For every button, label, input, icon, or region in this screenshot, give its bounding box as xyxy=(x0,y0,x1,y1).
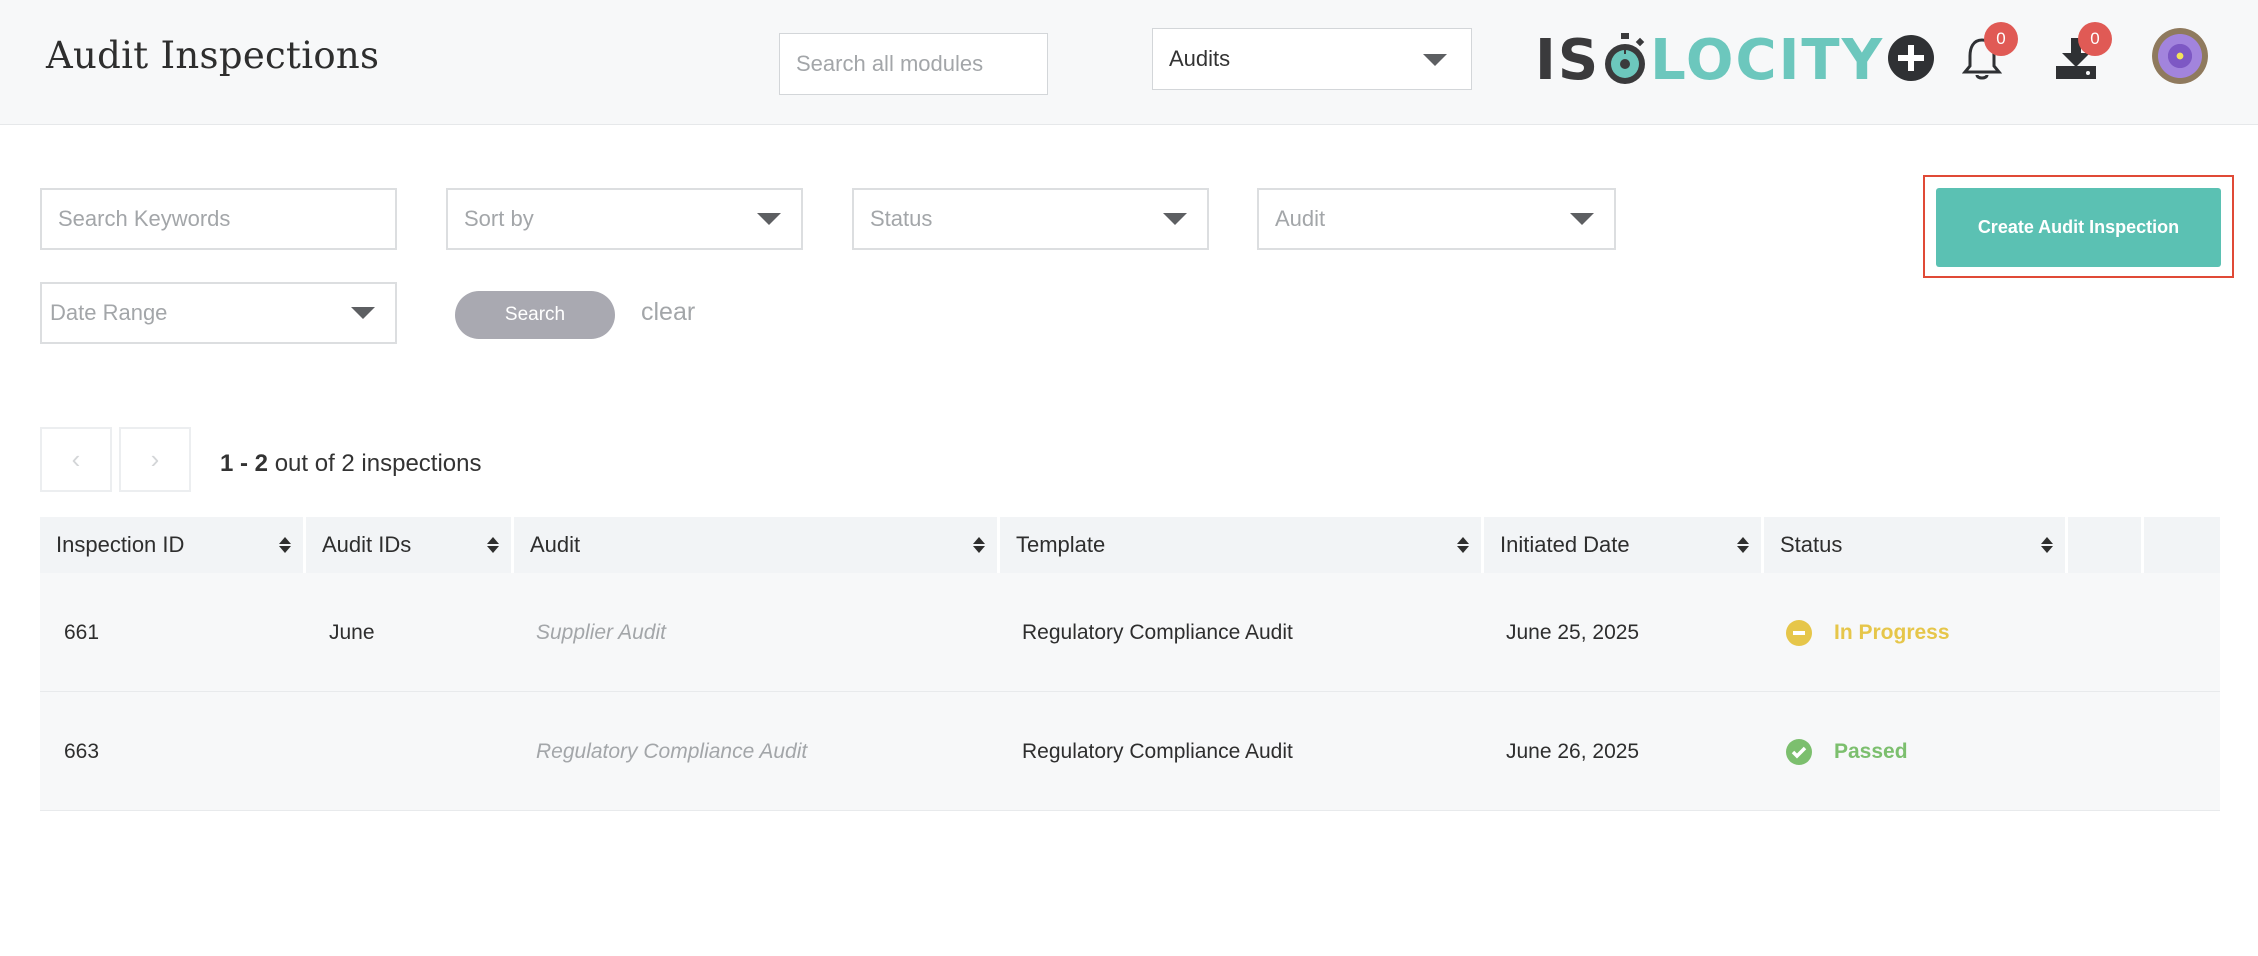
column-initiated-date[interactable]: Initiated Date xyxy=(1484,517,1764,573)
cell-status: In Progress xyxy=(1786,573,1950,692)
cell-template: Regulatory Compliance Audit xyxy=(1022,739,1293,763)
add-icon[interactable] xyxy=(1888,35,1934,81)
isolocity-logo: IS LOCITY xyxy=(1535,27,1885,93)
create-button-highlight: Create Audit Inspection xyxy=(1923,175,2234,278)
logo-text-left: IS xyxy=(1535,27,1601,93)
chevron-down-icon xyxy=(757,213,781,225)
chevron-down-icon xyxy=(351,307,375,319)
chevron-left-icon: ‹ xyxy=(71,444,81,474)
column-label: Inspection ID xyxy=(56,532,185,557)
table-row[interactable]: 663 Regulatory Compliance Audit Regulato… xyxy=(40,692,2220,811)
sort-icon xyxy=(487,537,499,555)
date-range-label: Date Range xyxy=(50,300,168,325)
sort-icon xyxy=(2041,537,2053,555)
prev-page-button[interactable]: ‹ xyxy=(40,427,112,492)
notifications-badge: 0 xyxy=(1984,22,2018,56)
column-label: Template xyxy=(1016,532,1106,557)
avatar[interactable] xyxy=(2152,28,2208,84)
cell-audit[interactable]: Supplier Audit xyxy=(536,573,666,692)
chevron-down-icon xyxy=(1163,213,1187,225)
sort-icon xyxy=(1737,537,1749,555)
column-extra-1 xyxy=(2068,517,2144,573)
status-select-label: Status xyxy=(870,206,933,231)
module-select[interactable]: Audits xyxy=(1152,28,1472,90)
column-label: Status xyxy=(1780,532,1843,557)
column-status[interactable]: Status xyxy=(1764,517,2068,573)
status-select[interactable]: Status xyxy=(852,188,1209,250)
search-keywords-placeholder: Search Keywords xyxy=(58,206,231,231)
audit-select-label: Audit xyxy=(1275,206,1326,231)
top-header: Audit Inspections Audits IS LOCITY 0 xyxy=(0,0,2258,125)
column-template[interactable]: Template xyxy=(1000,517,1484,573)
cell-initiated-date: June 26, 2025 xyxy=(1506,739,1640,763)
status-label: In Progress xyxy=(1834,620,1950,644)
column-inspection-id[interactable]: Inspection ID xyxy=(40,517,306,573)
column-label: Audit IDs xyxy=(322,532,412,557)
results-range: 1 - 2 xyxy=(220,450,269,477)
clear-link[interactable]: clear xyxy=(641,298,695,327)
sort-by-select[interactable]: Sort by xyxy=(446,188,803,250)
cell-inspection-id: 663 xyxy=(64,739,100,763)
sort-icon xyxy=(1457,537,1469,555)
audit-select[interactable]: Audit xyxy=(1257,188,1616,250)
download-icon[interactable]: 0 xyxy=(2054,22,2112,80)
results-count: 1 - 2 out of 2 inspections xyxy=(220,450,482,478)
column-audit[interactable]: Audit xyxy=(514,517,1000,573)
column-extra-2 xyxy=(2144,517,2220,573)
sort-icon xyxy=(279,537,291,555)
results-suffix: out of 2 inspections xyxy=(268,450,482,477)
table-header: Inspection ID Audit IDs Audit Template I… xyxy=(40,517,2220,573)
chevron-down-icon xyxy=(1570,213,1594,225)
cell-status: Passed xyxy=(1786,692,1908,811)
minus-circle-icon xyxy=(1786,619,1812,646)
check-circle-icon xyxy=(1786,738,1812,765)
date-range-select[interactable]: Date Range xyxy=(40,282,397,344)
stopwatch-icon xyxy=(1602,33,1648,87)
next-page-button[interactable]: › xyxy=(119,427,191,492)
cell-audit-ids: June xyxy=(329,620,375,644)
status-label: Passed xyxy=(1834,739,1908,763)
page-title: Audit Inspections xyxy=(46,34,380,77)
logo-text-right: LOCITY xyxy=(1650,27,1885,93)
downloads-badge: 0 xyxy=(2078,22,2112,56)
global-search-input[interactable] xyxy=(779,33,1048,95)
search-keywords-input[interactable]: Search Keywords xyxy=(40,188,397,250)
chevron-down-icon xyxy=(1423,54,1447,66)
bell-icon[interactable]: 0 xyxy=(1961,22,2018,82)
search-button[interactable]: Search xyxy=(455,291,615,339)
sort-icon xyxy=(973,537,985,555)
sort-by-label: Sort by xyxy=(464,206,534,231)
inspections-table: Inspection ID Audit IDs Audit Template I… xyxy=(40,517,2220,811)
column-label: Initiated Date xyxy=(1500,532,1630,557)
cell-inspection-id: 661 xyxy=(64,620,100,644)
table-row[interactable]: 661 June Supplier Audit Regulatory Compl… xyxy=(40,573,2220,692)
module-select-value: Audits xyxy=(1169,46,1231,71)
cell-template: Regulatory Compliance Audit xyxy=(1022,620,1293,644)
column-audit-ids[interactable]: Audit IDs xyxy=(306,517,514,573)
create-audit-inspection-button[interactable]: Create Audit Inspection xyxy=(1936,188,2221,267)
chevron-right-icon: › xyxy=(150,444,160,474)
cell-initiated-date: June 25, 2025 xyxy=(1506,620,1640,644)
cell-audit[interactable]: Regulatory Compliance Audit xyxy=(536,692,807,811)
column-label: Audit xyxy=(530,532,581,557)
